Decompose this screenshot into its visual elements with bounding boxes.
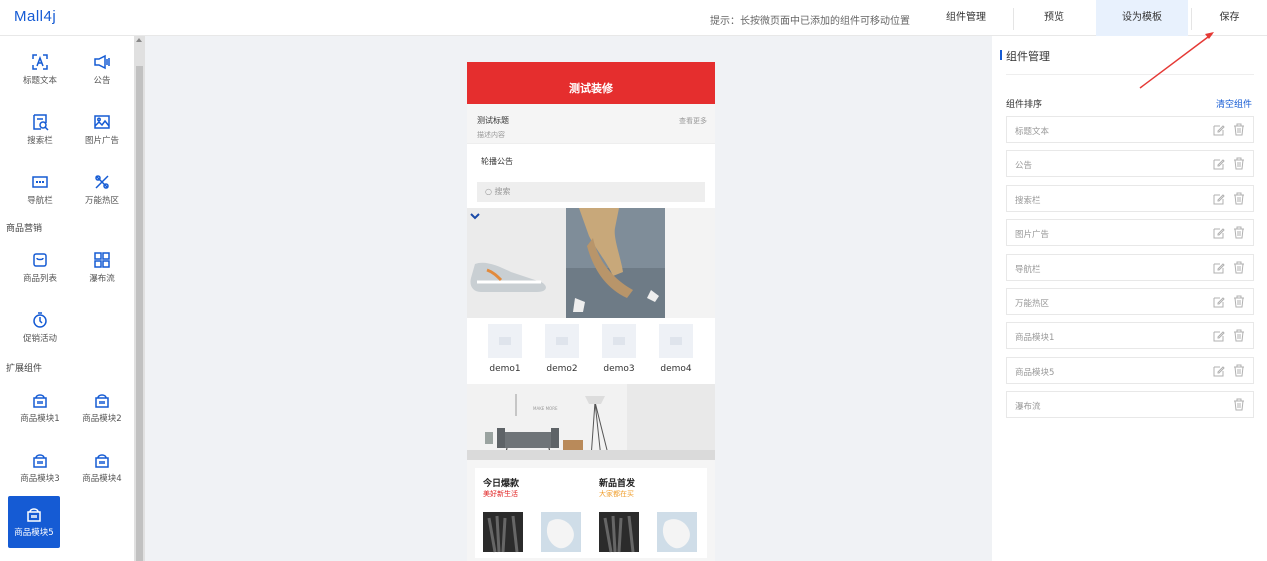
clear-components-button[interactable]: 清空组件 [1216,97,1252,110]
basket-icon [95,394,109,408]
delete-icon[interactable] [1233,192,1245,205]
navbar-icon [32,176,48,188]
search-block[interactable]: ○ 搜索 [467,178,715,208]
basket-icon [27,508,41,522]
goods-thumbnails [483,512,697,553]
set-template-button[interactable]: 设为模板 [1096,0,1188,36]
divider [1006,74,1254,75]
component-title-text[interactable]: 标题文本 [12,44,68,100]
component-waterfall[interactable]: 瀑布流 [74,242,130,298]
component-search-bar[interactable]: 搜索栏 [12,104,68,160]
waterfall-icon [94,252,110,268]
component-sort-item[interactable]: 导航栏 [1006,253,1254,281]
goods-list-icon [33,253,47,267]
page-title: 测试装修 [467,62,715,104]
delete-icon[interactable] [1233,123,1245,136]
view-more-link[interactable]: 查看更多 [679,116,707,126]
notice-block[interactable]: 轮播公告 [467,144,715,178]
component-sort-item[interactable]: 标题文本 [1006,116,1254,143]
delete-icon[interactable] [1233,329,1245,342]
nav-item[interactable]: demo1 [483,318,527,374]
component-sort-item[interactable]: 搜索栏 [1006,184,1254,212]
hint-text: 提示：长按微页面中已添加的组件可移动位置 [710,16,910,27]
component-goods-module-4[interactable]: 商品模块4 [74,442,130,498]
save-button[interactable]: 保存 [1192,0,1267,36]
component-goods-module-3[interactable]: 商品模块3 [12,442,68,498]
scroll-up-arrow[interactable] [136,38,142,42]
image-ad-block[interactable] [467,208,715,318]
component-manage-panel: 组件管理 组件排序 清空组件 标题文本公告搜索栏图片广告导航栏万能热区商品模块1… [992,36,1267,561]
component-navbar[interactable]: 导航栏 [12,164,68,220]
hotzone-image: MAKE MORE [467,384,715,460]
delete-icon[interactable] [1233,226,1245,239]
edit-icon[interactable] [1213,330,1225,342]
component-goods-module-2[interactable]: 商品模块2 [74,382,130,438]
search-icon: ○ [485,187,492,196]
navbar-block[interactable]: demo1 demo2 demo3 demo4 [467,318,715,384]
component-sort-item[interactable]: 商品模块5 [1006,356,1254,384]
scroll-thumb[interactable] [136,66,143,561]
group-title-marketing: 商品营销 [6,224,43,234]
sort-label: 组件排序 [1006,100,1043,110]
nav-item[interactable]: demo4 [654,318,698,374]
edit-icon[interactable] [1213,124,1225,136]
component-goods-list[interactable]: 商品列表 [12,242,68,298]
edit-icon[interactable] [1213,158,1225,170]
image-placeholder-icon [659,324,693,358]
component-hotzone[interactable]: 万能热区 [74,164,130,220]
search-bar-icon [33,114,49,131]
panel-title: 组件管理 [1000,50,1050,63]
sidebar-scrollbar[interactable] [134,36,145,561]
image-placeholder-icon [488,324,522,358]
basket-icon [33,454,47,468]
edit-icon[interactable] [1213,365,1225,377]
basket-icon [95,454,109,468]
top-bar: Mall4j 提示：长按微页面中已添加的组件可移动位置 组件管理 预览 设为模板… [0,0,1267,36]
preview-button[interactable]: 预览 [1014,0,1094,36]
component-image-ad[interactable]: 图片广告 [74,104,130,160]
basket-icon [33,394,47,408]
component-sort-item[interactable]: 商品模块1 [1006,322,1254,350]
title-text-block[interactable]: 测试标题 描述内容 查看更多 [467,104,715,144]
nav-item[interactable]: demo3 [597,318,641,374]
component-goods-module-5[interactable]: 商品模块5 [8,496,60,548]
delete-icon[interactable] [1233,295,1245,308]
image-ad-icon [94,115,110,129]
group-title-extension: 扩展组件 [6,364,43,374]
goods-card: 今日爆款 美好新生活 新品首发 大家都在买 [475,468,707,558]
hotzone-icon [95,175,109,189]
image-placeholder-icon [602,324,636,358]
title-text-icon [32,54,48,70]
component-manage-button[interactable]: 组件管理 [936,0,996,36]
component-sidebar: 标题文本 公告 搜索栏 图片广告 导航栏 万能热区 商品营销 商品列表 瀑布流 … [0,36,134,561]
component-sort-item[interactable]: 图片广告 [1006,219,1254,247]
delete-icon[interactable] [1233,398,1245,411]
notice-icon [94,54,110,70]
component-sort-item[interactable]: 万能热区 [1006,288,1254,315]
promotion-icon [33,312,47,328]
component-notice[interactable]: 公告 [74,44,130,100]
hotzone-block[interactable]: MAKE MORE [467,384,715,460]
component-promotion[interactable]: 促销活动 [12,302,68,358]
component-sort-item[interactable]: 瀑布流 [1006,391,1254,419]
delete-icon[interactable] [1233,157,1245,170]
svg-text:MAKE MORE: MAKE MORE [533,406,558,411]
phone-preview: 测试装修 测试标题 描述内容 查看更多 轮播公告 ○ 搜索 demo1 demo… [467,62,715,561]
app-logo: Mall4j [14,8,57,25]
edit-icon[interactable] [1213,296,1225,308]
edit-icon[interactable] [1213,193,1225,205]
edit-icon[interactable] [1213,262,1225,274]
delete-icon[interactable] [1233,261,1245,274]
search-input[interactable]: ○ 搜索 [477,182,705,202]
nav-item[interactable]: demo2 [540,318,584,374]
delete-icon[interactable] [1233,364,1245,377]
component-sort-item[interactable]: 公告 [1006,150,1254,178]
edit-icon[interactable] [1213,227,1225,239]
goods-module-block[interactable]: 今日爆款 美好新生活 新品首发 大家都在买 [467,460,715,561]
component-goods-module-1[interactable]: 商品模块1 [12,382,68,438]
image-placeholder-icon [545,324,579,358]
banner-image [467,208,715,318]
